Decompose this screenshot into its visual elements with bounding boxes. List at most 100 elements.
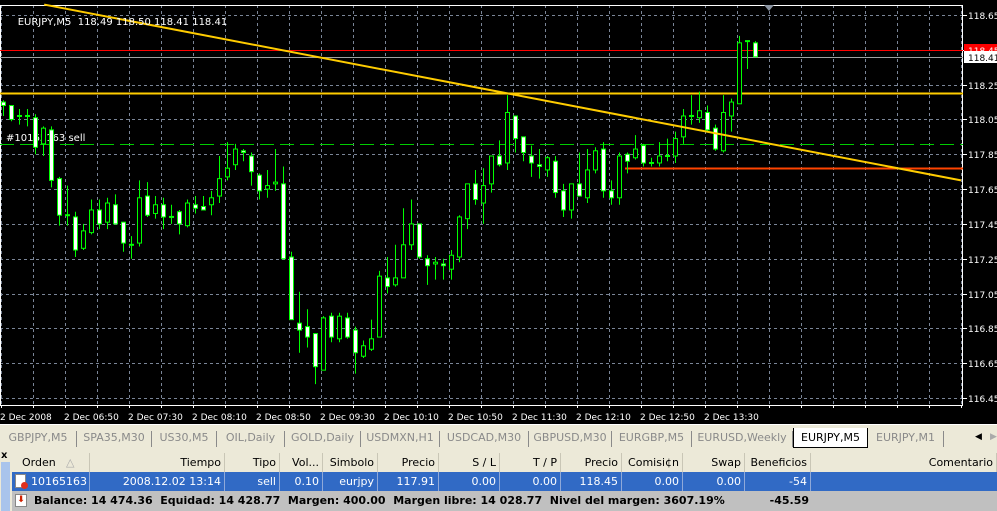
sort-ascending-icon: △ bbox=[66, 456, 75, 469]
column-header[interactable]: Vol... bbox=[280, 453, 323, 472]
candle-bear bbox=[625, 153, 630, 162]
close-terminal-button[interactable]: x bbox=[1, 450, 7, 461]
candle-bull bbox=[225, 167, 230, 178]
tab-eurgbp-m5[interactable]: EURGBP,M5 bbox=[612, 431, 692, 447]
candle-bear bbox=[113, 204, 118, 225]
candle-bull bbox=[377, 275, 382, 338]
candle-bear bbox=[385, 277, 390, 288]
order-cell: 0.00 bbox=[683, 472, 745, 491]
tab-eurjpy-m1[interactable]: EURJPY,M1 bbox=[868, 431, 944, 447]
order-cell: 118.45 bbox=[561, 472, 622, 491]
candle-bear bbox=[73, 216, 78, 251]
candle-bull bbox=[153, 204, 158, 214]
account-summary-row: ⬇ Balance: 14 474.36 Equidad: 14 428.77 … bbox=[12, 491, 997, 511]
tab-oil-daily[interactable]: OIL,Daily bbox=[217, 431, 285, 447]
candle-bear bbox=[257, 174, 262, 192]
candle-bull bbox=[105, 202, 110, 223]
candle-bear bbox=[281, 183, 286, 260]
candle-bear bbox=[441, 263, 446, 267]
terminal-side-tab[interactable] bbox=[1, 462, 10, 511]
price-chart[interactable]: #10165163 sell118.65118.45118.25118.0511… bbox=[0, 0, 997, 424]
x-tick-label: 2 Dec 2008 bbox=[0, 413, 52, 423]
candle-bull bbox=[617, 155, 622, 199]
candle-bull bbox=[545, 157, 550, 171]
candle-bull bbox=[737, 42, 742, 105]
candle-bear bbox=[49, 129, 54, 181]
order-cell: 0.00 bbox=[439, 472, 500, 491]
column-header[interactable]: Comisi¢n bbox=[622, 453, 683, 472]
candle-bear bbox=[641, 145, 646, 164]
column-header-label: Beneficios bbox=[750, 456, 807, 469]
candle-bear bbox=[177, 211, 182, 225]
candle-bull bbox=[585, 169, 590, 199]
column-header-label: Tipo bbox=[252, 456, 276, 469]
candle-bull bbox=[409, 223, 414, 246]
candle-bull bbox=[593, 150, 598, 171]
column-header[interactable]: Tipo bbox=[225, 453, 280, 472]
candle-bear bbox=[161, 204, 166, 218]
tab-eurusd-weekly[interactable]: EURUSD,Weekly bbox=[692, 431, 793, 447]
tab-scroll-right-button[interactable]: ▶ bbox=[990, 432, 997, 442]
order-cell: 2008.12.02 13:14 bbox=[90, 472, 225, 491]
column-header[interactable]: Simbolo bbox=[323, 453, 378, 472]
column-header[interactable]: Orden △ bbox=[12, 453, 90, 472]
y-tick-label: 118.05 bbox=[968, 116, 997, 126]
candle-bear bbox=[417, 223, 422, 258]
symbol-label: EURJPY,M5 bbox=[17, 17, 72, 28]
tab-us30-m5[interactable]: US30,M5 bbox=[152, 431, 217, 447]
candle-bear bbox=[241, 150, 246, 154]
order-icon bbox=[15, 474, 28, 489]
column-header-label: S / L bbox=[472, 456, 496, 469]
candle-bull bbox=[489, 155, 494, 185]
candle-bull bbox=[505, 111, 510, 164]
column-header-label: Orden bbox=[22, 456, 56, 469]
candle-bear bbox=[9, 105, 14, 120]
candle-bear bbox=[353, 329, 358, 354]
column-header[interactable]: Beneficios bbox=[745, 453, 811, 472]
y-tick-label: 116.45 bbox=[968, 395, 997, 405]
column-header[interactable]: S / L bbox=[439, 453, 500, 472]
tab-usdcad-m30[interactable]: USDCAD,M30 bbox=[440, 431, 529, 447]
column-header[interactable]: T / P bbox=[500, 453, 561, 472]
column-header[interactable]: Comentario bbox=[811, 453, 997, 472]
candle-bull bbox=[729, 101, 734, 117]
order-cell bbox=[811, 472, 997, 491]
candle-bull bbox=[569, 183, 574, 211]
candle-bull bbox=[265, 185, 270, 190]
tab-spa35-m30[interactable]: SPA35,M30 bbox=[77, 431, 152, 447]
column-header-label: Simbolo bbox=[329, 456, 374, 469]
candle-bear bbox=[513, 115, 518, 140]
order-row[interactable]: 10165163 2008.12.02 13:14 sell 0.10 eurjpy 11… bbox=[12, 472, 997, 491]
candle-bull bbox=[273, 181, 278, 185]
column-header-label: Swap bbox=[711, 456, 741, 469]
tab-usdmxn-h1[interactable]: USDMXN,H1 bbox=[361, 431, 440, 447]
x-tick-label: 2 Dec 11:30 bbox=[512, 413, 567, 423]
tab-gold-daily[interactable]: GOLD,Daily bbox=[285, 431, 361, 447]
x-tick-label: 2 Dec 08:10 bbox=[192, 413, 247, 423]
column-header[interactable]: Precio bbox=[561, 453, 622, 472]
tab-eurjpy-m5[interactable]: EURJPY,M5 bbox=[793, 428, 868, 448]
candle-bear bbox=[753, 42, 758, 58]
ohlc-label: 118.49 118.50 118.41 118.41 bbox=[77, 17, 228, 28]
tab-gbpjpy-m5[interactable]: GBPJPY,M5 bbox=[0, 431, 77, 447]
candle-bear bbox=[601, 148, 606, 192]
candle-bear bbox=[313, 333, 318, 368]
chart-canvas[interactable]: #10165163 sell118.65118.45118.25118.0511… bbox=[0, 0, 997, 424]
candle-bear bbox=[609, 190, 614, 199]
total-profit: -45.59 bbox=[769, 494, 809, 507]
x-tick-label: 2 Dec 13:30 bbox=[704, 413, 759, 423]
column-header-label: T / P bbox=[532, 456, 557, 469]
column-header[interactable]: Precio bbox=[378, 453, 439, 472]
candle-bear bbox=[537, 164, 542, 167]
candle-bear bbox=[297, 322, 302, 331]
order-cell: eurjpy bbox=[323, 472, 378, 491]
y-tick-label: 118.25 bbox=[968, 82, 997, 92]
candle-bear bbox=[553, 160, 558, 194]
column-header[interactable]: Tiempo bbox=[90, 453, 225, 472]
candle-bull bbox=[457, 216, 462, 258]
y-tick-label: 117.45 bbox=[968, 221, 997, 231]
tab-gbpusd-m30[interactable]: GBPUSD,M30 bbox=[529, 431, 612, 447]
tab-scroll-left-button[interactable]: ◀ bbox=[975, 432, 982, 442]
column-header[interactable]: Swap bbox=[683, 453, 745, 472]
candle-bear bbox=[201, 206, 206, 211]
